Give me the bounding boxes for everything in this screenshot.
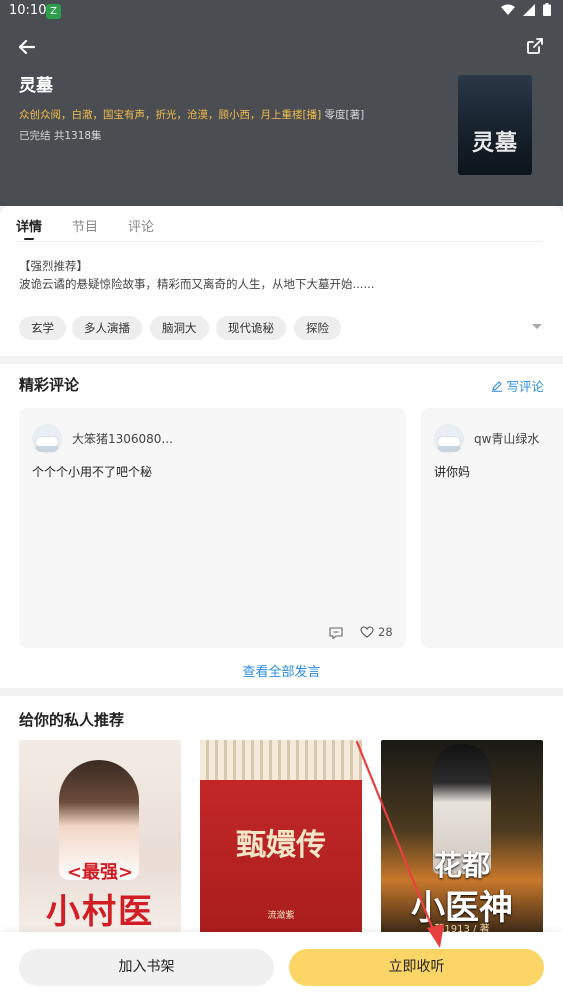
tab-details[interactable]: 详情 [16,216,42,235]
tab-reviews[interactable]: 评论 [128,216,154,235]
cover-illustration [200,740,362,780]
like-count: 28 [378,625,393,639]
album-cast[interactable]: 众创众阅，白澈，国宝有声，折光，沧漠，顾小西，月上重楼[播] [19,109,321,121]
cover-author: 流潋紫 [267,911,295,921]
like-button[interactable]: 28 [360,625,393,639]
tag-chip[interactable]: 脑洞大 [150,316,209,340]
album-cover: 灵墓 [458,75,532,175]
cover-title-top: 花都 [433,849,490,882]
recommended-book-cover[interactable]: 甄嬛传 流潋紫 [200,740,362,940]
avatar[interactable] [434,424,464,454]
comment-author[interactable]: qw青山绿水 [474,430,539,447]
expand-tags-icon[interactable] [532,324,542,329]
album-title: 灵墓 [19,76,53,96]
intro-heading: 【强烈推荐】 [19,259,88,273]
album-meta: 已完结 共1318集 [19,130,102,142]
battery-icon [543,3,551,16]
status-bar: 10:10 Z [0,0,563,24]
tag-chip[interactable]: 现代诡秘 [216,316,286,340]
status-time: 10:10 [9,3,47,18]
active-tab-indicator [24,238,34,240]
recommended-book-cover[interactable]: <最强> 小村医 [19,740,181,940]
write-comment-button[interactable]: 写评论 [491,376,544,395]
back-arrow-icon[interactable] [14,34,40,60]
reply-icon[interactable] [329,627,343,639]
app-notification-icon: Z [46,4,61,19]
tag-chip[interactable]: 玄学 [19,316,66,340]
recommendations-title: 给你的私人推荐 [19,711,125,729]
signal-icon [523,3,535,16]
comments-title: 精彩评论 [19,376,80,394]
heart-icon [360,626,374,638]
tab-divider [16,241,542,242]
cover-title: 小村医 [46,892,154,932]
listen-now-button[interactable]: 立即收听 [289,949,544,986]
view-all-comments-link[interactable]: 查看全部发言 [0,661,563,680]
add-to-shelf-button[interactable]: 加入书架 [19,949,274,986]
album-author[interactable]: 零度[著] [325,109,365,121]
share-icon[interactable] [523,34,547,58]
cover-title: 甄嬛传 [236,828,326,863]
album-cover-title: 灵墓 [471,130,518,156]
wifi-icon [501,4,515,15]
write-comment-label: 写评论 [506,379,544,394]
comment-text: 讲你妈 [434,465,471,479]
status-icons [501,3,551,16]
tab-episodes[interactable]: 节目 [72,216,98,235]
comment-author[interactable]: 大笨猪1306080... [72,430,173,447]
comment-text: 个个个小用不了吧个秘 [32,465,153,479]
pencil-icon [492,380,503,392]
recommended-book-cover[interactable]: 花都 小医神 朝1913 / 著 [381,740,543,940]
intro-text: 波诡云谲的悬疑惊险故事，精彩而又离奇的人生，从地下大墓开始...... [19,277,375,291]
tag-chip[interactable]: 多人演播 [72,316,142,340]
avatar[interactable] [32,424,62,454]
album-credits: 众创众阅，白澈，国宝有声，折光，沧漠，顾小西，月上重楼[播] 零度[著] [19,107,364,122]
tag-chip[interactable]: 探险 [294,316,341,340]
cover-title-top: <最强> [66,862,134,883]
album-header: 10:10 Z 灵墓 众创众阅，白澈，国宝有声，折光，沧漠，顾小西，月上重楼[播… [0,0,563,206]
